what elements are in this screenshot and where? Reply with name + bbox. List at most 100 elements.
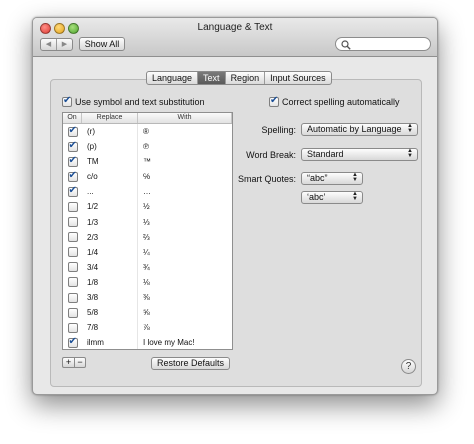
- row-enabled-cell: [63, 336, 82, 348]
- row-enabled-checkbox[interactable]: [67, 307, 78, 318]
- replace-cell: ...: [82, 184, 138, 200]
- row-enabled-checkbox[interactable]: [67, 217, 78, 228]
- row-enabled-checkbox[interactable]: [67, 336, 78, 348]
- titlebar: Language & Text ◀ ▶ Show All: [33, 18, 437, 57]
- table-row[interactable]: ... …: [63, 184, 232, 200]
- table-row[interactable]: 1/3 ⅓: [63, 214, 232, 230]
- spelling-popup[interactable]: Automatic by Language ▲ ▼: [301, 123, 418, 136]
- tab-input-sources[interactable]: Input Sources: [265, 72, 331, 84]
- row-enabled-checkbox[interactable]: [67, 170, 78, 182]
- table-header: On Replace With: [63, 113, 232, 124]
- replace-cell: ilmm: [82, 335, 138, 349]
- replace-cell: c/o: [82, 169, 138, 185]
- substitution-table[interactable]: On Replace With (r)®(p)℗TM™c/o℅...…1/2½1…: [62, 112, 233, 350]
- column-header-on[interactable]: On: [63, 113, 82, 123]
- tab-text[interactable]: Text: [198, 72, 226, 84]
- with-cell: ⅓: [143, 217, 150, 227]
- row-enabled-cell: [63, 262, 82, 273]
- word-break-label: Word Break:: [246, 150, 296, 160]
- single-quotes-popup[interactable]: ‘abc’ ▲ ▼: [301, 191, 363, 204]
- table-row[interactable]: c/o℅: [63, 169, 232, 185]
- popup-arrows-icon: ▲ ▼: [407, 123, 413, 134]
- row-enabled-cell: [63, 202, 82, 213]
- popup-arrows-icon: ▲ ▼: [352, 172, 358, 183]
- row-enabled-checkbox[interactable]: [67, 185, 78, 197]
- table-row[interactable]: 1/2 ½: [63, 199, 232, 215]
- with-cell: …: [143, 187, 151, 197]
- row-enabled-checkbox[interactable]: [67, 277, 78, 288]
- row-enabled-checkbox[interactable]: [67, 322, 78, 333]
- column-header-with[interactable]: With: [138, 113, 232, 123]
- row-enabled-checkbox[interactable]: [67, 232, 78, 243]
- with-cell: ¼: [143, 247, 150, 257]
- row-enabled-checkbox[interactable]: [67, 125, 78, 137]
- correct-spelling-checkbox[interactable]: Correct spelling automatically: [269, 95, 400, 107]
- row-enabled-checkbox[interactable]: [67, 140, 78, 152]
- with-cell: I love my Mac!: [143, 338, 195, 348]
- replace-cell: 1/8: [82, 274, 138, 291]
- tab-bar: Language Text Region Input Sources: [146, 71, 332, 85]
- with-cell: ½: [143, 202, 150, 212]
- table-row[interactable]: (p)℗: [63, 139, 232, 155]
- with-cell: ⅞: [143, 323, 150, 333]
- search-field[interactable]: [335, 37, 431, 51]
- spelling-value: Automatic by Language: [307, 124, 402, 134]
- correct-spelling-label: Correct spelling automatically: [282, 97, 400, 107]
- row-enabled-cell: [63, 125, 82, 137]
- use-substitution-checkbox[interactable]: Use symbol and text substitution: [62, 95, 205, 107]
- replace-cell: 3/8: [82, 290, 138, 306]
- with-cell: ¾: [143, 262, 150, 272]
- use-substitution-label: Use symbol and text substitution: [75, 97, 205, 107]
- table-row[interactable]: TM™: [63, 154, 232, 170]
- word-break-popup[interactable]: Standard ▲ ▼: [301, 148, 418, 161]
- checkbox-icon: [269, 95, 279, 107]
- add-button[interactable]: +: [62, 357, 74, 368]
- table-row[interactable]: 1/8 ⅛: [63, 274, 232, 291]
- help-button[interactable]: ?: [401, 359, 416, 374]
- tab-language[interactable]: Language: [147, 72, 199, 84]
- double-quotes-value: “abc”: [307, 173, 328, 183]
- table-row[interactable]: 3/4 ¾: [63, 259, 232, 275]
- window-title: Language & Text: [197, 22, 273, 33]
- row-enabled-cell: [63, 140, 82, 152]
- double-quotes-popup[interactable]: “abc” ▲ ▼: [301, 172, 363, 185]
- row-enabled-checkbox[interactable]: [67, 155, 78, 167]
- table-row[interactable]: (r)®: [63, 124, 232, 140]
- checkbox-icon: [62, 95, 72, 107]
- back-forward-control: ◀ ▶: [40, 38, 73, 51]
- row-enabled-cell: [63, 170, 82, 182]
- row-enabled-checkbox[interactable]: [67, 247, 78, 258]
- with-cell: ⅜: [143, 293, 150, 303]
- row-enabled-cell: [63, 232, 82, 243]
- single-quotes-value: ‘abc’: [307, 192, 326, 202]
- show-all-button[interactable]: Show All: [79, 37, 125, 51]
- spelling-label: Spelling:: [261, 125, 296, 135]
- tab-region[interactable]: Region: [226, 72, 266, 84]
- remove-button[interactable]: −: [74, 357, 86, 368]
- table-row[interactable]: 3/8 ⅜: [63, 290, 232, 306]
- row-enabled-checkbox[interactable]: [67, 262, 78, 273]
- table-row[interactable]: 1/4 ¼: [63, 244, 232, 260]
- back-arrow-icon[interactable]: ◀: [41, 39, 57, 50]
- table-row[interactable]: ilmm I love my Mac!: [63, 335, 232, 349]
- replace-cell: 5/8: [82, 305, 138, 321]
- table-row[interactable]: 7/8 ⅞: [63, 320, 232, 336]
- restore-defaults-button[interactable]: Restore Defaults: [151, 357, 230, 370]
- row-enabled-cell: [63, 277, 82, 288]
- table-row[interactable]: 5/8 ⅝: [63, 305, 232, 321]
- replace-cell: 1/2: [82, 199, 138, 215]
- smart-quotes-label: Smart Quotes:: [237, 174, 296, 184]
- with-cell: ⅔: [143, 232, 150, 242]
- replace-cell: (p): [82, 139, 138, 155]
- with-cell: ⅛: [143, 277, 150, 287]
- column-header-replace[interactable]: Replace: [82, 113, 138, 123]
- row-enabled-cell: [63, 322, 82, 333]
- row-enabled-checkbox[interactable]: [67, 292, 78, 303]
- row-enabled-cell: [63, 307, 82, 318]
- table-row[interactable]: 2/3 ⅔: [63, 229, 232, 245]
- replace-cell: TM: [82, 154, 138, 170]
- forward-arrow-icon[interactable]: ▶: [57, 39, 72, 50]
- row-enabled-checkbox[interactable]: [67, 202, 78, 213]
- row-enabled-cell: [63, 185, 82, 197]
- row-enabled-cell: [63, 155, 82, 167]
